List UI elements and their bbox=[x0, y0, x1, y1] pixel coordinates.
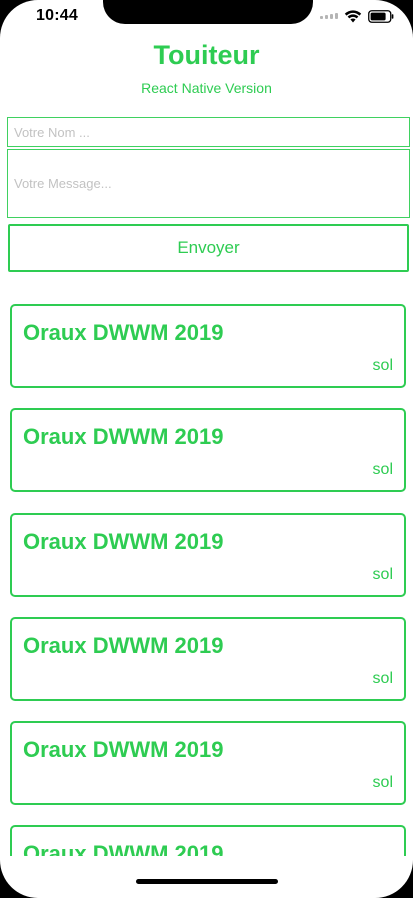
phone-screen: 10:44 Touiteur React Native Version Envo… bbox=[0, 0, 413, 898]
post-author: sol bbox=[372, 357, 393, 374]
post-author: sol bbox=[372, 670, 393, 687]
post-author: sol bbox=[372, 461, 393, 478]
status-time: 10:44 bbox=[36, 7, 78, 24]
cellular-signal-icon bbox=[320, 13, 340, 19]
post-card[interactable]: Oraux DWWM 2019 bbox=[10, 825, 406, 856]
name-input[interactable] bbox=[7, 117, 410, 147]
post-card[interactable]: Oraux DWWM 2019 sol bbox=[10, 304, 406, 388]
post-author: sol bbox=[372, 774, 393, 791]
post-title: Oraux DWWM 2019 bbox=[23, 424, 224, 449]
post-title: Oraux DWWM 2019 bbox=[23, 320, 224, 345]
post-card[interactable]: Oraux DWWM 2019 sol bbox=[10, 408, 406, 492]
app-title: Touiteur bbox=[153, 40, 260, 70]
status-bar: 10:44 bbox=[0, 0, 413, 34]
post-card[interactable]: Oraux DWWM 2019 sol bbox=[10, 721, 406, 805]
post-title: Oraux DWWM 2019 bbox=[23, 841, 224, 856]
message-input[interactable] bbox=[7, 149, 410, 218]
notch bbox=[103, 0, 313, 24]
post-card[interactable]: Oraux DWWM 2019 sol bbox=[10, 513, 406, 597]
app-subtitle: React Native Version bbox=[141, 80, 272, 96]
home-indicator[interactable] bbox=[136, 879, 278, 884]
send-button[interactable]: Envoyer bbox=[8, 224, 409, 272]
post-author: sol bbox=[372, 566, 393, 583]
post-card[interactable]: Oraux DWWM 2019 sol bbox=[10, 617, 406, 701]
wifi-icon bbox=[344, 10, 362, 23]
post-title: Oraux DWWM 2019 bbox=[23, 737, 224, 762]
battery-icon bbox=[368, 10, 394, 23]
post-feed[interactable]: Oraux DWWM 2019 sol Oraux DWWM 2019 sol … bbox=[0, 300, 413, 856]
post-title: Oraux DWWM 2019 bbox=[23, 633, 224, 658]
post-title: Oraux DWWM 2019 bbox=[23, 529, 224, 554]
